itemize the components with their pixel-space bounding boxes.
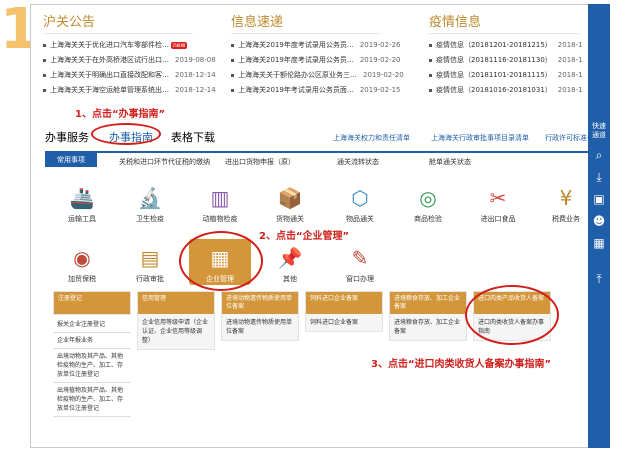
news-item[interactable]: 上海海关关于明确出口直接改配和客… 2018-12-14 <box>43 68 216 83</box>
news-column-announcements: 沪关公告 上海海关关于优化进口汽车零部件检… new 上海海关关于在外高桥港区试行… <box>43 11 216 98</box>
registration-list: 报关企业注册登记 企业年报业务 出境动物及其产品、其他检疫物的生产、加工、存放单… <box>53 317 131 417</box>
download-icon[interactable]: ⤓ <box>588 170 610 184</box>
service-icon-bonded[interactable]: ◉ 加贸保税 <box>51 245 113 284</box>
news-item[interactable]: 上海海关2019年度考试录用公务员… 2019-02-20 <box>231 53 404 68</box>
top-link[interactable]: 上海海关权力和责任清单 <box>333 133 410 143</box>
search-icon[interactable]: ⌕ <box>588 148 610 162</box>
subnav-item-common[interactable]: 常用事项 <box>45 153 97 167</box>
service-icon-approval[interactable]: ▤ 行政审批 <box>119 245 181 284</box>
target-icon: ◎ <box>419 186 437 210</box>
service-icon-window[interactable]: ✎ 窗口办理 <box>329 245 391 284</box>
list-item[interactable]: 报关企业注册登记 <box>53 317 131 333</box>
quick-access-label: 快速通道 <box>592 122 606 139</box>
tab-service[interactable]: 办事服务 <box>45 129 89 145</box>
news-item[interactable]: 上海海关关于额伦路办公区原业务三… 2019-02-20 <box>231 68 404 83</box>
service-icon-other[interactable]: 📌 其他 <box>259 245 321 284</box>
chat-icon[interactable]: ☻ <box>588 214 610 228</box>
service-icon-transport[interactable]: 🚢 运输工具 <box>51 185 113 224</box>
highlight-circle <box>91 123 161 145</box>
back-to-top-icon[interactable]: ⤒ <box>588 272 610 286</box>
browser-page: 沪关公告 上海海关关于优化进口汽车零部件检… new 上海海关关于在外高桥港区试行… <box>30 4 610 448</box>
news-column-info: 信息速递 上海海关2019年度考试录用公务员… 2019-02-26 上海海关20… <box>231 11 404 98</box>
service-icon-inspection[interactable]: ◎ 商品检验 <box>397 185 459 224</box>
new-badge: new <box>171 42 188 49</box>
category-card[interactable]: 进境动物遗传物质使用单位备案 进境动物遗传物质使用单位备案 <box>221 291 299 341</box>
news-item[interactable]: 疫情信息（20181016-20181031） 2018-1 <box>429 83 583 98</box>
subnav-item[interactable]: 舱单通关状态 <box>429 157 471 167</box>
qrcode-icon[interactable]: ▦ <box>588 236 610 250</box>
document-icon: ▤ <box>140 246 160 270</box>
news-item[interactable]: 上海海关2019年考试录用公务员面… 2019-02-15 <box>231 83 404 98</box>
subnav-item[interactable]: 关税和进口环节代征税的缴纳 <box>119 157 210 167</box>
seal-icon: ◉ <box>73 246 91 270</box>
cube-icon: ⬡ <box>351 186 369 210</box>
annotation-step-2: 2、点击“企业管理” <box>259 231 350 242</box>
ship-icon: 🚢 <box>69 186 95 210</box>
subnav-item[interactable]: 进出口货物申报（原） <box>225 157 295 167</box>
highlight-circle <box>179 231 263 291</box>
quick-access-bar: 快速通道 ⌕ ⤓ ▣ ☻ ▦ ⤒ <box>588 4 610 448</box>
highlight-circle <box>465 285 559 345</box>
news-item[interactable]: 上海海关2019年度考试录用公务员… 2019-02-26 <box>231 38 404 53</box>
category-card[interactable]: 进境粮食存放、加工企业备案 进境粮食存放、加工企业备案 <box>389 291 467 341</box>
user-icon[interactable]: ▣ <box>588 192 610 206</box>
cage-icon: ▥ <box>210 186 230 210</box>
pen-icon: ✎ <box>351 246 369 270</box>
news-heading[interactable]: 信息速递 <box>231 11 381 34</box>
news-item[interactable]: 疫情信息（20181116-20181130） 2018-1 <box>429 53 583 68</box>
news-item[interactable]: 上海海关关于优化进口汽车零部件检… new <box>43 38 216 53</box>
service-icon-goods[interactable]: 📦 货物通关 <box>259 185 321 224</box>
category-card[interactable]: 信用管理 企业信用等级申请（企业认证、企业信用等级调整） <box>137 291 215 350</box>
news-item[interactable]: 上海海关关于在外高桥港区试行出口… 2019-08-08 <box>43 53 216 68</box>
news-heading[interactable]: 沪关公告 <box>43 11 193 34</box>
subnav-item[interactable]: 通关流转状态 <box>337 157 379 167</box>
news-item[interactable]: 疫情信息（20181201-20181215） 2018-1 <box>429 38 583 53</box>
service-icon-food[interactable]: ✂ 进出口食品 <box>467 185 529 224</box>
news-heading[interactable]: 疫情信息 <box>429 11 579 34</box>
box-icon: 📦 <box>277 186 303 210</box>
top-link[interactable]: 上海海关行政审批事项目录清单 <box>431 133 529 143</box>
news-item[interactable]: 上海海关关于海空运舱单管理系统出… 2018-12-14 <box>43 83 216 98</box>
pin-icon: 📌 <box>277 246 303 270</box>
list-item[interactable]: 出境植物及其产品、其他检疫物的生产、加工、存放单位注册登记 <box>53 383 131 417</box>
top-link[interactable]: 行政许可标准化 <box>545 133 594 143</box>
list-item[interactable]: 出境动物及其产品、其他检疫物的生产、加工、存放单位注册登记 <box>53 349 131 383</box>
tab-forms[interactable]: 表格下载 <box>171 129 215 145</box>
microscope-icon: 🔬 <box>137 186 163 210</box>
service-icon-quarantine[interactable]: ▥ 动植物检疫 <box>189 185 251 224</box>
service-icon-health[interactable]: 🔬 卫生检疫 <box>119 185 181 224</box>
annotation-step-1: 1、点击“办事指南” <box>75 109 166 120</box>
annotation-step-3: 3、点击“进口肉类收货人备案办事指南” <box>371 359 552 370</box>
category-card[interactable]: 饲料进口企业备案 饲料进口企业备案 <box>305 291 383 332</box>
news-column-epidemic: 疫情信息 疫情信息（20181201-20181215） 2018-1 疫情信息（… <box>429 11 583 98</box>
category-card[interactable]: 注册登记 <box>53 291 131 315</box>
utensils-icon: ✂ <box>489 186 507 210</box>
yen-icon: ¥ <box>559 186 573 210</box>
news-item[interactable]: 疫情信息（20181101-20181115） 2018-1 <box>429 68 583 83</box>
list-item[interactable]: 企业年报业务 <box>53 333 131 349</box>
sub-nav: 常用事项 关税和进口环节代征税的缴纳 进出口货物申报（原） 通关流转状态 舱单通… <box>45 151 605 167</box>
service-icon-articles[interactable]: ⬡ 物品通关 <box>329 185 391 224</box>
